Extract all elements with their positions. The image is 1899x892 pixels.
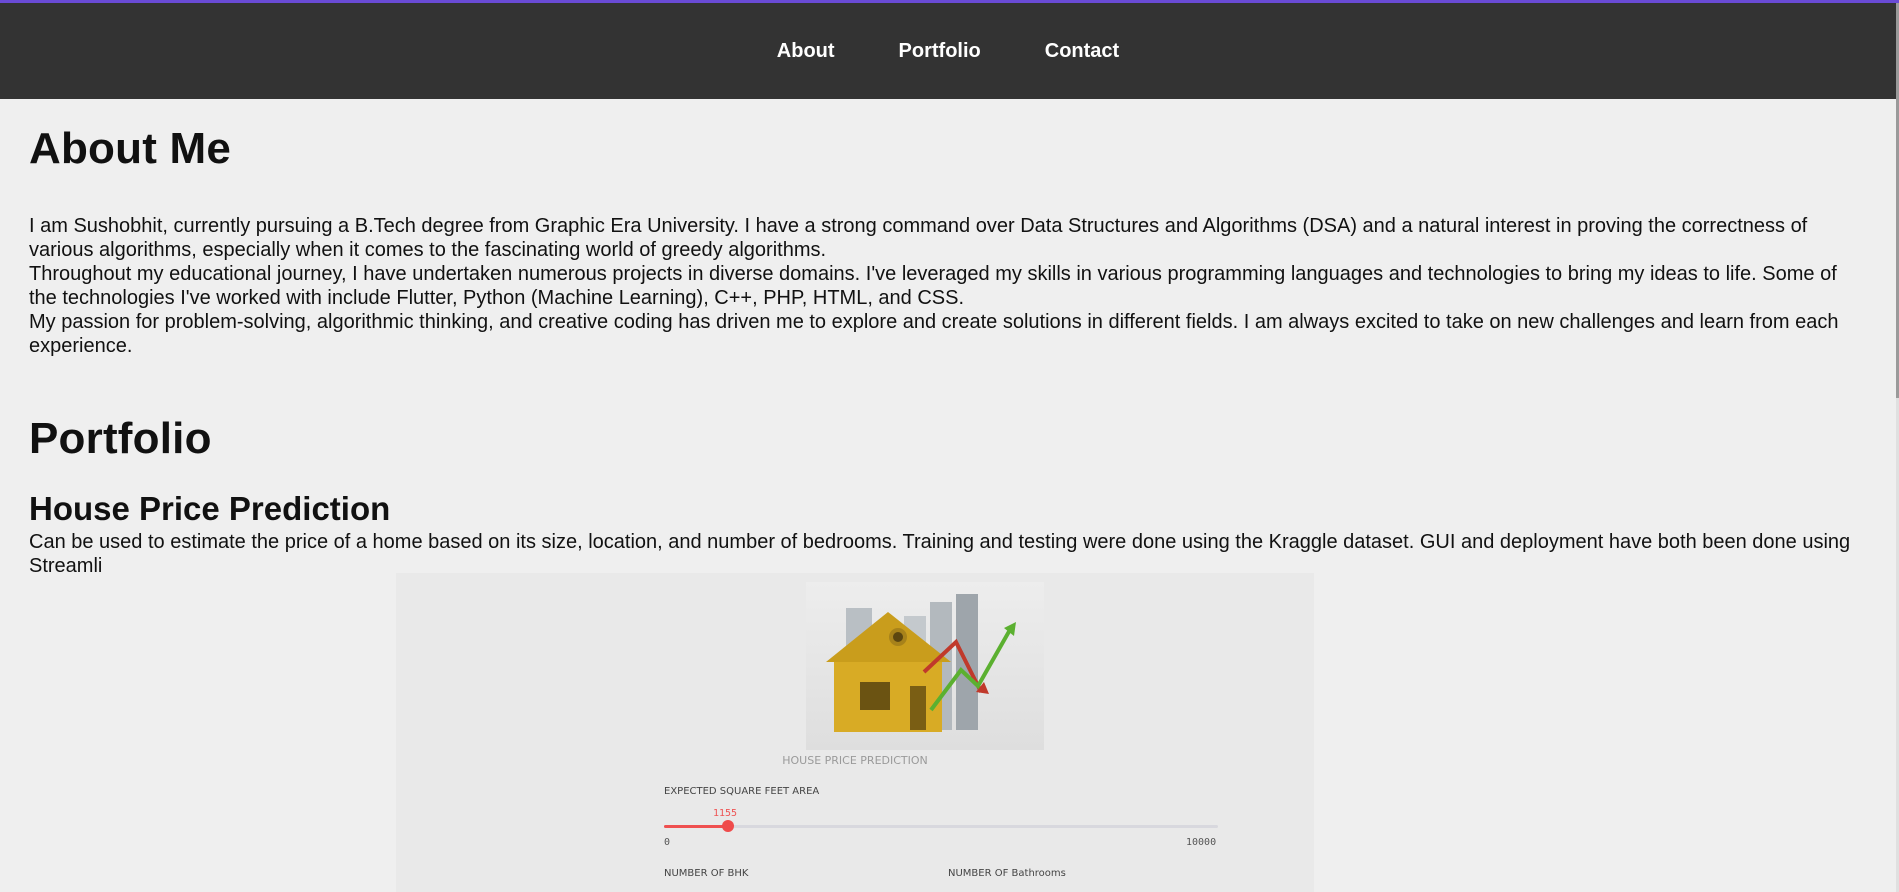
nav-about-link[interactable]: About (777, 40, 835, 63)
bhk-label: NUMBER OF BHK (664, 868, 749, 879)
portfolio-title: Portfolio (29, 414, 212, 463)
sqft-slider-fill (664, 825, 728, 828)
sqft-slider-handle[interactable] (722, 820, 734, 832)
sqft-slider-min: 0 (664, 837, 671, 848)
about-paragraph: I am Sushobhit, currently pursuing a B.T… (29, 215, 1808, 261)
about-section: About Me I am Sushobhit, currently pursu… (29, 124, 1859, 358)
main-content: About Me I am Sushobhit, currently pursu… (29, 99, 1859, 578)
sqft-slider-track[interactable] (664, 825, 1218, 828)
sqft-slider-value: 1155 (713, 808, 738, 819)
about-paragraph: Throughout my educational journey, I hav… (29, 263, 1837, 309)
about-title: About Me (29, 124, 232, 173)
top-nav: About Portfolio Contact (0, 3, 1896, 99)
nav-portfolio-link[interactable]: Portfolio (899, 40, 981, 63)
sqft-slider-max: 10000 (1186, 837, 1217, 848)
bathrooms-label: NUMBER OF Bathrooms (948, 868, 1066, 879)
about-paragraph: My passion for problem-solving, algorith… (29, 311, 1839, 357)
house-chart-image (806, 582, 1044, 750)
project-title: House Price Prediction (29, 490, 391, 527)
nav-contact-link[interactable]: Contact (1045, 40, 1119, 63)
about-text: I am Sushobhit, currently pursuing a B.T… (29, 214, 1859, 358)
sqft-label: EXPECTED SQUARE FEET AREA (664, 786, 820, 797)
project-description: Can be used to estimate the price of a h… (29, 531, 1851, 577)
project-screenshot: HOUSE PRICE PREDICTION EXPECTED SQUARE F… (396, 573, 1314, 892)
image-caption: HOUSE PRICE PREDICTION (782, 754, 928, 767)
portfolio-section: Portfolio House Price Prediction Can be … (29, 414, 1859, 578)
